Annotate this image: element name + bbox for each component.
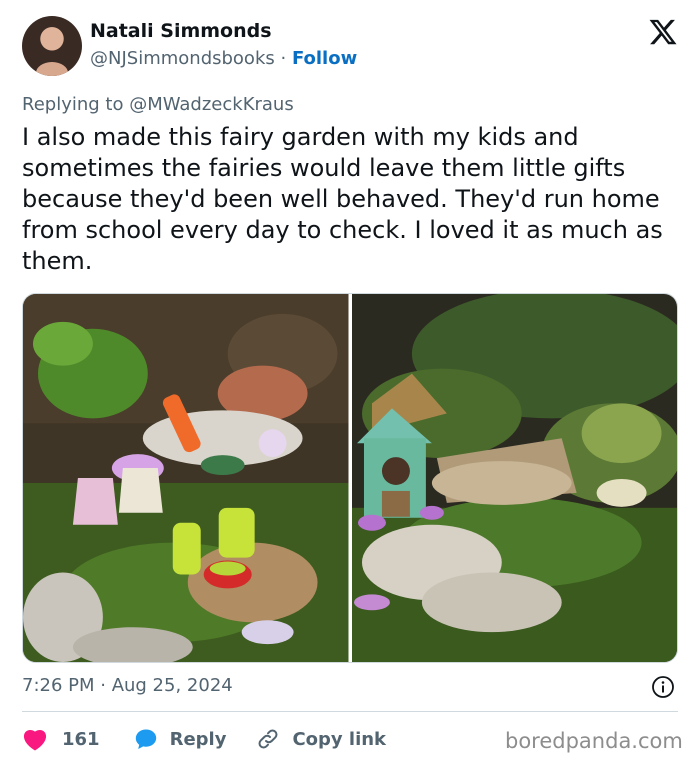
fairy-garden-photo-right[interactable] [351, 294, 678, 662]
x-logo-icon[interactable] [648, 17, 678, 47]
link-icon [258, 729, 278, 749]
divider [22, 711, 678, 712]
copy-link-label: Copy link [292, 728, 387, 750]
handle-separator: · [280, 48, 287, 69]
author-avatar[interactable] [22, 16, 82, 76]
reply-mention[interactable]: @MWadzeckKraus [129, 94, 294, 115]
reply-prefix: Replying to [22, 94, 124, 115]
copy-link-button[interactable]: Copy link [256, 727, 386, 751]
tweet-timestamp[interactable]: 7:26 PM · Aug 25, 2024 [22, 675, 233, 696]
author-handle[interactable]: @NJSimmondsbooks [90, 48, 275, 69]
reply-context: Replying to @MWadzeckKraus [22, 94, 294, 115]
reply-label: Reply [169, 728, 227, 750]
heart-icon [23, 729, 47, 751]
author-name[interactable]: Natali Simmonds [90, 20, 272, 42]
reply-bubble-icon [135, 729, 156, 749]
fairy-garden-photo-left[interactable] [23, 294, 349, 662]
tweet-text: I also made this fairy garden with my ki… [22, 123, 663, 275]
tweet-media[interactable] [22, 293, 678, 663]
boredpanda-watermark: boredpanda.com [505, 729, 683, 753]
reply-button[interactable]: Reply [134, 727, 227, 751]
like-button[interactable]: 161 [22, 727, 100, 751]
author-handle-line: @NJSimmondsbooks · Follow [90, 48, 357, 69]
like-count: 161 [62, 728, 100, 750]
follow-button[interactable]: Follow [292, 48, 357, 69]
tweet-actions: 161 Reply Copy link [22, 724, 386, 754]
info-icon[interactable] [651, 675, 675, 699]
